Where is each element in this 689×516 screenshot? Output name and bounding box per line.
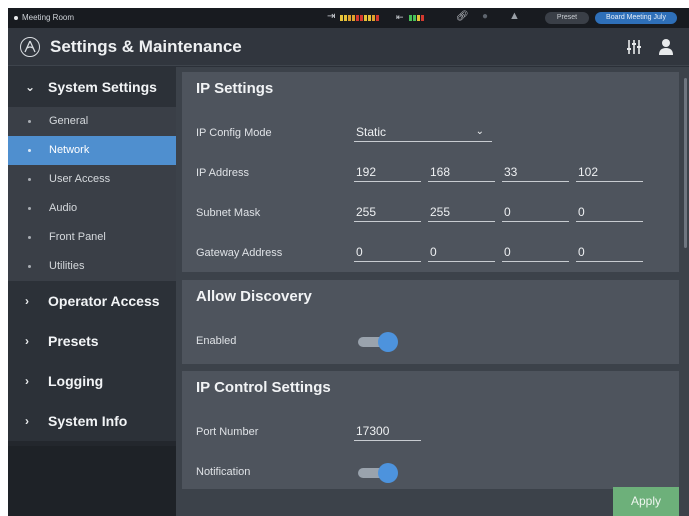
toggle-knob: [378, 463, 398, 483]
sidebar-item-label: Audio: [49, 202, 78, 214]
sidebar-item-network[interactable]: Network: [8, 136, 176, 165]
sidebar-item-label: User Access: [49, 173, 111, 185]
subnet-mask-octet-1[interactable]: 255: [354, 204, 421, 222]
sidebar-group-label: Presets: [48, 333, 99, 349]
sidebar-item-label: Network: [49, 144, 90, 156]
subnet-mask-octet-4[interactable]: 0: [576, 204, 643, 222]
sidebar-item-label: Front Panel: [49, 231, 106, 243]
gateway-octet-2[interactable]: 0: [428, 244, 495, 262]
toggle-knob: [378, 332, 398, 352]
ip-address-label: IP Address: [196, 167, 249, 179]
ip-address-octet-3[interactable]: 33: [502, 164, 569, 182]
preset-selector[interactable]: Board Meeting July: [595, 12, 677, 24]
sidebar-group-label: Operator Access: [48, 293, 160, 309]
bullet-icon: [28, 120, 31, 123]
preset-label: Preset: [545, 12, 589, 24]
ip-control-settings-title: IP Control Settings: [196, 379, 331, 396]
sidebar-item-user-access[interactable]: User Access: [8, 165, 176, 194]
ip-settings-title: IP Settings: [196, 80, 274, 97]
port-number-field[interactable]: 17300: [354, 423, 421, 441]
output-level-meter: [409, 15, 425, 21]
subnet-mask-label: Subnet Mask: [196, 207, 261, 219]
port-number-label: Port Number: [196, 426, 259, 438]
ip-settings-panel: IP Settings IP Config Mode Static ⌄ IP A…: [182, 72, 679, 272]
user-icon[interactable]: [658, 38, 674, 56]
subnet-mask-octet-3[interactable]: 0: [502, 204, 569, 222]
status-dot-icon: [14, 16, 18, 20]
sidebar-item-label: General: [49, 115, 89, 127]
audio-technica-logo-icon: [20, 37, 40, 57]
sidebar-group-system-info[interactable]: › System Info: [8, 401, 176, 441]
allow-discovery-title: Allow Discovery: [196, 288, 312, 305]
chevron-right-icon: ›: [25, 414, 29, 428]
sidebar-item-label: Utilities: [49, 260, 85, 272]
sidebar-group-label: System Settings: [48, 79, 157, 95]
chevron-right-icon: ›: [25, 294, 29, 308]
ip-address-octet-4[interactable]: 102: [576, 164, 643, 182]
notification-toggle[interactable]: [358, 463, 398, 483]
bullet-icon: [28, 236, 31, 239]
ip-config-mode-select[interactable]: Static ⌄: [354, 124, 492, 142]
page-title: Settings & Maintenance: [50, 37, 242, 56]
title-bar: Settings & Maintenance: [8, 28, 689, 66]
chevron-right-icon: ›: [25, 334, 29, 348]
room-name: Meeting Room: [22, 13, 75, 22]
ip-control-settings-panel: IP Control Settings Port Number 17300 No…: [182, 371, 679, 489]
sidebar-item-front-panel[interactable]: Front Panel: [8, 223, 176, 252]
output-meter-icon: ⇤: [396, 12, 404, 22]
chevron-right-icon: ›: [25, 374, 29, 388]
sidebar-group-presets[interactable]: › Presets: [8, 321, 176, 361]
allow-discovery-panel: Allow Discovery Enabled: [182, 280, 679, 364]
ip-address-octet-1[interactable]: 192: [354, 164, 421, 182]
gateway-octet-3[interactable]: 0: [502, 244, 569, 262]
sidebar-item-utilities[interactable]: Utilities: [8, 252, 176, 281]
sidebar-item-general[interactable]: General: [8, 107, 176, 136]
ip-config-mode-label: IP Config Mode: [196, 127, 272, 139]
bullet-icon: [28, 178, 31, 181]
sidebar-group-system-settings[interactable]: ⌄ System Settings: [8, 67, 176, 107]
input-meter-icon: ⇥: [327, 11, 336, 22]
sidebar-group-logging[interactable]: › Logging: [8, 361, 176, 401]
bullet-icon: [28, 207, 31, 210]
ip-config-mode-value: Static: [356, 125, 387, 139]
chevron-down-icon: ⌄: [475, 126, 484, 137]
warning-icon[interactable]: ▲: [509, 10, 520, 22]
subnet-mask-octet-2[interactable]: 255: [428, 204, 495, 222]
mixer-sliders-icon[interactable]: [625, 38, 643, 56]
sidebar-group-operator-access[interactable]: › Operator Access: [8, 281, 176, 321]
main-scrollbar[interactable]: [684, 78, 687, 248]
notification-label: Notification: [196, 466, 251, 478]
status-bar: Meeting Room ⇥ ⇤ 🔗︎ ● ▲ Preset Board Mee…: [8, 8, 689, 28]
sidebar: ⌄ System Settings General Network User A…: [8, 67, 176, 516]
sidebar-group-label: System Info: [48, 413, 128, 429]
gateway-octet-4[interactable]: 0: [576, 244, 643, 262]
app-frame: Meeting Room ⇥ ⇤ 🔗︎ ● ▲ Preset Board Mee…: [8, 8, 689, 516]
link-icon[interactable]: 🔗︎: [456, 11, 469, 22]
mic-mute-icon[interactable]: ●: [482, 11, 488, 22]
ip-address-octet-2[interactable]: 168: [428, 164, 495, 182]
sidebar-empty-area: [8, 446, 176, 516]
discovery-enabled-label: Enabled: [196, 335, 237, 347]
discovery-enabled-toggle[interactable]: [358, 332, 398, 352]
main-content: IP Settings IP Config Mode Static ⌄ IP A…: [176, 67, 689, 516]
input-level-meter: [340, 15, 380, 21]
sidebar-group-label: Logging: [48, 373, 104, 389]
gateway-octet-1[interactable]: 0: [354, 244, 421, 262]
apply-button[interactable]: Apply: [613, 487, 679, 516]
bullet-icon: [28, 149, 31, 152]
chevron-down-icon: ⌄: [25, 80, 36, 94]
sidebar-item-audio[interactable]: Audio: [8, 194, 176, 223]
gateway-address-label: Gateway Address: [196, 247, 283, 259]
bullet-icon: [28, 265, 31, 268]
